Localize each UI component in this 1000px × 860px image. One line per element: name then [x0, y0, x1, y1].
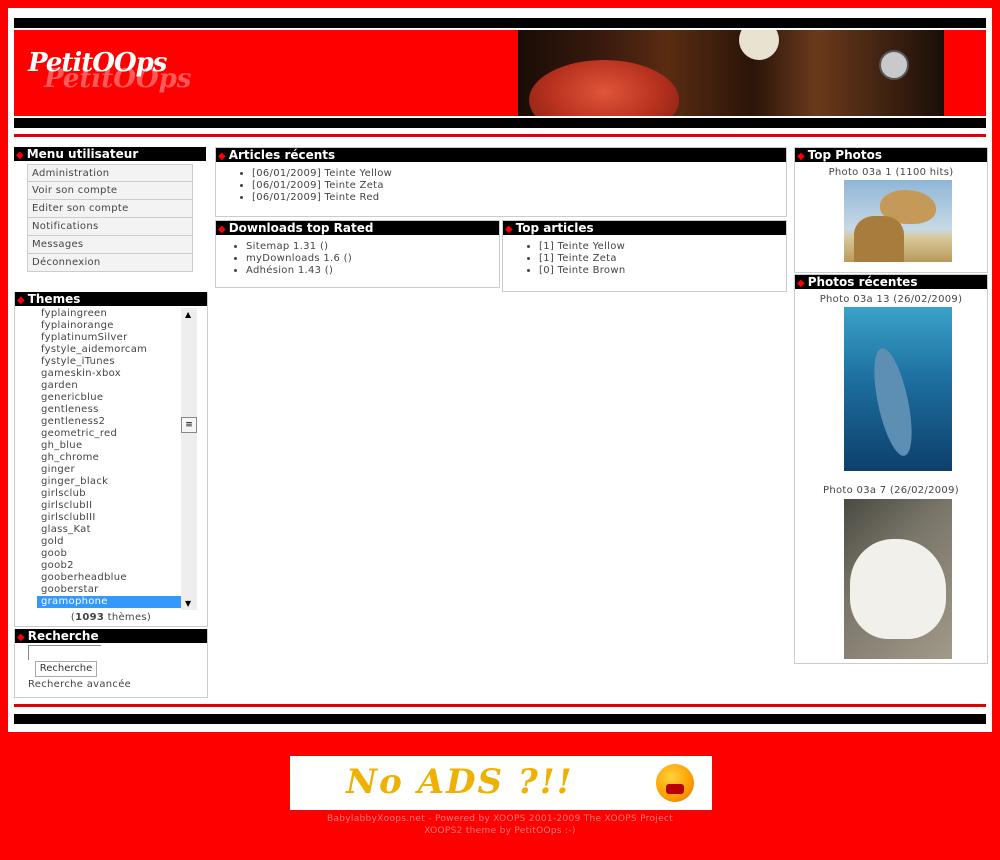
camel-photo[interactable]: [844, 180, 952, 262]
menu-item[interactable]: Voir son compte: [27, 182, 193, 200]
header-bottom-bar: [14, 118, 986, 128]
bear-shape: [850, 539, 946, 639]
top-articles-list: [1] Teinte Yellow[1] Teinte Zeta[0] Tein…: [503, 241, 786, 277]
theme-option[interactable]: fystyle_iTunes: [37, 356, 197, 368]
menu-user-title: ◆ Menu utilisateur: [14, 147, 206, 161]
theme-option[interactable]: genericblue: [37, 392, 197, 404]
header-banner: PetitOOps PetitOOps: [14, 30, 986, 116]
menu-item[interactable]: Notifications: [27, 218, 193, 236]
smiley-icon: [656, 764, 694, 802]
theme-option[interactable]: gh_blue: [37, 440, 197, 452]
theme-option[interactable]: gh_chrome: [37, 452, 197, 464]
header-red-line: [14, 134, 986, 137]
theme-option[interactable]: gold: [37, 536, 197, 548]
theme-option[interactable]: goob2: [37, 560, 197, 572]
top-articles-title: ◆ Top articles: [503, 221, 786, 235]
theme-option[interactable]: fystyle_aidemorcam: [37, 344, 197, 356]
footer-red-line: [14, 704, 986, 707]
recent-photo-caption-1[interactable]: Photo 03a 13 (26/02/2009): [795, 294, 987, 305]
list-item[interactable]: [0] Teinte Brown: [539, 265, 786, 277]
menu-user-list: Administration Voir son compte Editer son …: [14, 164, 206, 272]
header-knob-image: [879, 50, 909, 80]
theme-option[interactable]: gentleness: [37, 404, 197, 416]
list-item[interactable]: Sitemap 1.31 (): [246, 241, 499, 253]
top-articles-block: ◆Top articles [1] Teinte Yellow[1] Teint…: [502, 220, 787, 292]
themes-scrollbar[interactable]: ▲ ≡ ▼: [181, 308, 197, 610]
theme-option[interactable]: garden: [37, 380, 197, 392]
theme-option[interactable]: fyplaingreen: [37, 308, 197, 320]
search-title: ◆ Recherche: [15, 629, 207, 643]
list-item[interactable]: [06/01/2009] Teinte Yellow: [252, 168, 786, 180]
theme-option[interactable]: fyplatinumSilver: [37, 332, 197, 344]
footer-theme-credit[interactable]: XOOPS2 theme by PetitOOps :-): [0, 826, 1000, 836]
footer-powered-by[interactable]: BabylabbyXoops.net - Powered by XOOPS 20…: [0, 814, 1000, 824]
list-item[interactable]: [1] Teinte Yellow: [539, 241, 786, 253]
list-item[interactable]: [06/01/2009] Teinte Zeta: [252, 180, 786, 192]
top-photos-title: ◆ Top Photos: [795, 148, 987, 162]
list-item[interactable]: [1] Teinte Zeta: [539, 253, 786, 265]
menu-item[interactable]: Déconnexion: [27, 254, 193, 272]
theme-option[interactable]: gooberstar: [37, 584, 197, 596]
menu-item[interactable]: Messages: [27, 236, 193, 254]
top-photos-block: ◆ Top Photos Photo 03a 1 (1100 hits): [794, 147, 988, 273]
downloads-title: ◆ Downloads top Rated: [216, 221, 499, 235]
downloads-list: Sitemap 1.31 ()myDownloads 1.6 ()Adhésio…: [216, 241, 499, 277]
scroll-down-icon[interactable]: ▼: [185, 599, 191, 608]
themes-title: ◆ Themes: [15, 292, 207, 306]
header-plate-image: [529, 60, 679, 116]
themes-block: ◆ Themes fyplaingreen fyplainorange fyplati…: [14, 292, 208, 627]
downloads-block: ◆Downloads top Rated Sitemap 1.31 ()myDo…: [215, 220, 500, 288]
recent-articles-title: ◆ Articles récents: [216, 148, 786, 162]
footer-black-bar: [14, 714, 986, 724]
polar-bear-photo[interactable]: [844, 499, 952, 659]
list-item[interactable]: Adhésion 1.43 (): [246, 265, 499, 277]
scroll-up-icon[interactable]: ▲: [185, 310, 191, 319]
header-lamp-image: [739, 30, 779, 60]
camel-neck-shape: [854, 216, 904, 262]
dolphin-shape: [866, 345, 920, 459]
dolphin-photo[interactable]: [844, 307, 952, 471]
theme-option[interactable]: girlsclub: [37, 488, 197, 500]
menu-user-block: ◆ Menu utilisateur Administration Voir son…: [14, 147, 206, 287]
no-ads-text: No ADS ?!!: [346, 762, 574, 802]
theme-option[interactable]: fyplainorange: [37, 320, 197, 332]
recent-photos-title: ◆ Photos récentes: [795, 275, 987, 289]
theme-option[interactable]: geometric_red: [37, 428, 197, 440]
theme-option[interactable]: girlsclubIII: [37, 512, 197, 524]
recent-photos-block: ◆ Photos récentes Photo 03a 13 (26/02/200…: [794, 274, 988, 664]
list-item[interactable]: [06/01/2009] Teinte Red: [252, 192, 786, 204]
themes-select[interactable]: fyplaingreen fyplainorange fyplatinumSilve…: [37, 308, 197, 610]
advanced-search-link[interactable]: Recherche avancée: [28, 679, 131, 690]
site-logo[interactable]: PetitOOps: [28, 48, 167, 78]
scroll-thumb[interactable]: ≡: [181, 417, 197, 433]
recent-photo-caption-2[interactable]: Photo 03a 7 (26/02/2009): [795, 485, 987, 496]
theme-option[interactable]: girlsclubII: [37, 500, 197, 512]
theme-option[interactable]: ginger_black: [37, 476, 197, 488]
theme-option[interactable]: gameskin-xbox: [37, 368, 197, 380]
top-black-bar: [14, 18, 986, 28]
list-item[interactable]: myDownloads 1.6 (): [246, 253, 499, 265]
theme-option[interactable]: gramophone: [37, 596, 197, 608]
search-block: ◆ Recherche Recherche Recherche avancée: [14, 629, 208, 698]
recent-articles-list: [06/01/2009] Teinte Yellow[06/01/2009] T…: [216, 168, 786, 204]
theme-option[interactable]: ginger: [37, 464, 197, 476]
recent-articles-block: ◆Articles récents [06/01/2009] Teinte Ye…: [215, 147, 787, 217]
top-photo-caption[interactable]: Photo 03a 1 (1100 hits): [795, 167, 987, 178]
theme-option[interactable]: glass_Kat: [37, 524, 197, 536]
no-ads-banner[interactable]: No ADS ?!!: [290, 756, 712, 810]
theme-option[interactable]: gentleness2: [37, 416, 197, 428]
header-photo: [518, 30, 944, 116]
menu-item[interactable]: Editer son compte: [27, 200, 193, 218]
search-input[interactable]: [28, 645, 101, 660]
themes-count: (1093 thèmes): [70, 612, 152, 623]
theme-option[interactable]: goob: [37, 548, 197, 560]
menu-item[interactable]: Administration: [27, 164, 193, 182]
page-frame: PetitOOps PetitOOps ◆ Menu utilisateur Ad…: [8, 8, 992, 732]
theme-option[interactable]: gooberheadblue: [37, 572, 197, 584]
search-button[interactable]: Recherche: [35, 661, 97, 677]
